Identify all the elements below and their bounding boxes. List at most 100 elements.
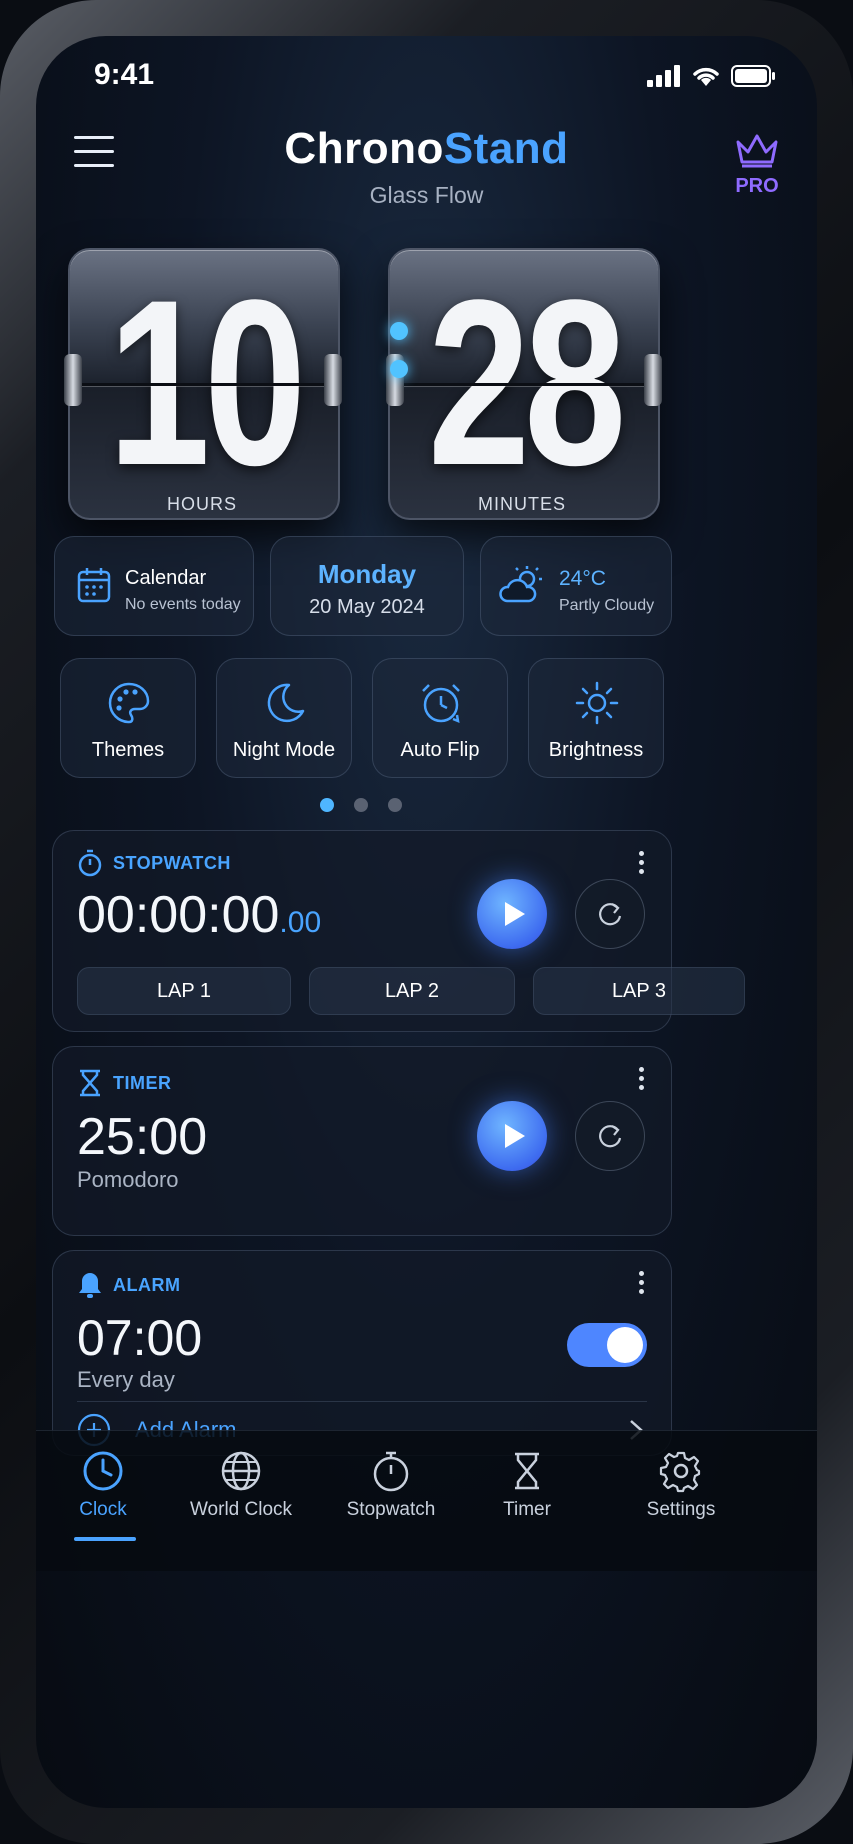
stopwatch-icon	[373, 1451, 409, 1492]
hourglass-icon	[80, 1069, 100, 1097]
timer-play-button[interactable]	[477, 1101, 547, 1171]
stopwatch-title: STOPWATCH	[113, 853, 231, 873]
tab-clock[interactable]: Clock	[38, 1449, 168, 1521]
stopwatch-more-button[interactable]	[639, 851, 644, 878]
alarm-time: 07:00	[77, 1310, 203, 1366]
pro-button[interactable]: PRO	[727, 132, 787, 198]
hours-flip-card[interactable]: 10	[68, 248, 340, 520]
auto-flip-label: Auto Flip	[400, 739, 480, 761]
app-screen: 9:41 ChronoStand Glass Flow PRO 10 28 HO…	[36, 36, 817, 1808]
partly-cloudy-icon	[499, 566, 542, 603]
toggle-knob	[607, 1327, 643, 1363]
hinge-left	[64, 354, 82, 406]
tab-bar: Clock World Clock Stopwatch Timer Settin…	[36, 1430, 817, 1571]
auto-flip-tile[interactable]: Auto Flip	[372, 658, 508, 778]
bell-icon	[79, 1273, 101, 1298]
palette-icon	[108, 682, 150, 724]
stopwatch-fraction: .00	[279, 906, 322, 939]
minutes-label: MINUTES	[478, 494, 566, 514]
alarm-panel: ALARM 07:00 Every day Add Alarm	[52, 1250, 672, 1456]
pager-dot-1[interactable]	[320, 798, 334, 812]
alarm-repeat: Every day	[77, 1367, 175, 1392]
night-mode-label: Night Mode	[232, 739, 336, 761]
tab-timer[interactable]: Timer	[462, 1449, 592, 1521]
timer-preset: Pomodoro	[77, 1167, 179, 1192]
lap-button-3[interactable]: LAP 3	[533, 967, 745, 1015]
moon-icon	[267, 683, 305, 723]
hinge-right	[644, 354, 662, 406]
tab-stopwatch[interactable]: Stopwatch	[326, 1449, 456, 1521]
app-subtitle: Glass Flow	[369, 182, 484, 208]
tab-settings[interactable]: Settings	[616, 1449, 746, 1521]
timer-time: 25:00	[77, 1108, 208, 1166]
lap-button-1[interactable]: LAP 1	[77, 967, 291, 1015]
hinge-center-left	[324, 354, 342, 406]
stopwatch-play-button[interactable]	[477, 879, 547, 949]
play-icon	[505, 1124, 525, 1148]
pro-label: PRO	[735, 175, 779, 197]
calendar-subtitle: No events today	[125, 596, 241, 613]
stopwatch-reset-button[interactable]	[575, 879, 645, 949]
more-icon	[639, 1067, 644, 1072]
signal-icon	[647, 65, 680, 87]
battery-icon	[731, 65, 775, 87]
calendar-title: Calendar	[125, 567, 207, 589]
tab-label-settings: Settings	[646, 1499, 716, 1520]
temperature: 24°C	[559, 567, 606, 590]
hourglass-icon	[515, 1452, 539, 1490]
divider	[77, 1401, 647, 1402]
auto-flip-icon	[422, 684, 460, 723]
pager-dot-3[interactable]	[388, 798, 402, 812]
date-card[interactable]: Monday 20 May 2024	[270, 536, 464, 636]
brand-part-1: Chrono	[284, 124, 444, 173]
night-mode-tile[interactable]: Night Mode	[216, 658, 352, 778]
lap-button-2[interactable]: LAP 2	[309, 967, 515, 1015]
tab-label-stopwatch: Stopwatch	[346, 1499, 436, 1520]
sun-icon	[575, 681, 619, 725]
stopwatch-display: 00:00:00.00	[77, 885, 321, 945]
timer-more-button[interactable]	[639, 1067, 644, 1094]
timer-title: TIMER	[113, 1073, 172, 1093]
tab-label-clock: Clock	[79, 1499, 127, 1520]
alarm-more-button[interactable]	[639, 1271, 644, 1298]
reset-icon	[599, 903, 622, 926]
hours-label: HOURS	[166, 494, 237, 514]
colon-dot-top	[390, 322, 408, 340]
active-tab-indicator	[74, 1537, 136, 1541]
play-icon	[505, 902, 525, 926]
stopwatch-icon	[78, 849, 102, 877]
brand-part-2: Stand	[443, 124, 569, 173]
more-icon	[639, 851, 644, 856]
weather-card[interactable]: 24°C Partly Cloudy	[480, 536, 672, 636]
stopwatch-time: 00:00:00	[77, 886, 280, 944]
reset-icon	[599, 1125, 622, 1148]
themes-tile[interactable]: Themes	[60, 658, 196, 778]
themes-label: Themes	[91, 739, 165, 761]
alarm-title: ALARM	[113, 1275, 181, 1295]
calendar-card[interactable]: Calendar No events today	[54, 536, 254, 636]
timer-panel: TIMER 25:00 Pomodoro	[52, 1046, 672, 1236]
minutes-flip-card[interactable]: 28	[388, 248, 660, 520]
clock-icon	[83, 1451, 123, 1491]
status-time: 9:41	[94, 58, 155, 91]
full-date: 20 May 2024	[309, 596, 425, 618]
pager-dot-2[interactable]	[354, 798, 368, 812]
status-icons	[647, 64, 777, 88]
alarm-toggle[interactable]	[567, 1323, 647, 1367]
colon-dot-bottom	[390, 360, 408, 378]
calendar-icon	[77, 568, 111, 603]
gear-icon	[659, 1451, 701, 1493]
tab-label-world-clock: World Clock	[189, 1499, 293, 1520]
app-title: ChronoStand	[36, 124, 817, 174]
weather-condition: Partly Cloudy	[559, 597, 655, 614]
globe-icon	[221, 1451, 261, 1491]
brightness-tile[interactable]: Brightness	[528, 658, 664, 778]
stopwatch-panel: STOPWATCH 00:00:00.00 LAP 1 LAP 2 LAP 3	[52, 830, 745, 1032]
device-frame: 9:41 ChronoStand Glass Flow PRO 10 28 HO…	[0, 0, 853, 1844]
crown-icon	[736, 134, 778, 168]
tab-label-timer: Timer	[503, 1499, 551, 1520]
tab-world-clock[interactable]: World Clock	[176, 1449, 306, 1521]
day-name: Monday	[317, 559, 417, 589]
timer-reset-button[interactable]	[575, 1101, 645, 1171]
brightness-label: Brightness	[548, 739, 644, 761]
